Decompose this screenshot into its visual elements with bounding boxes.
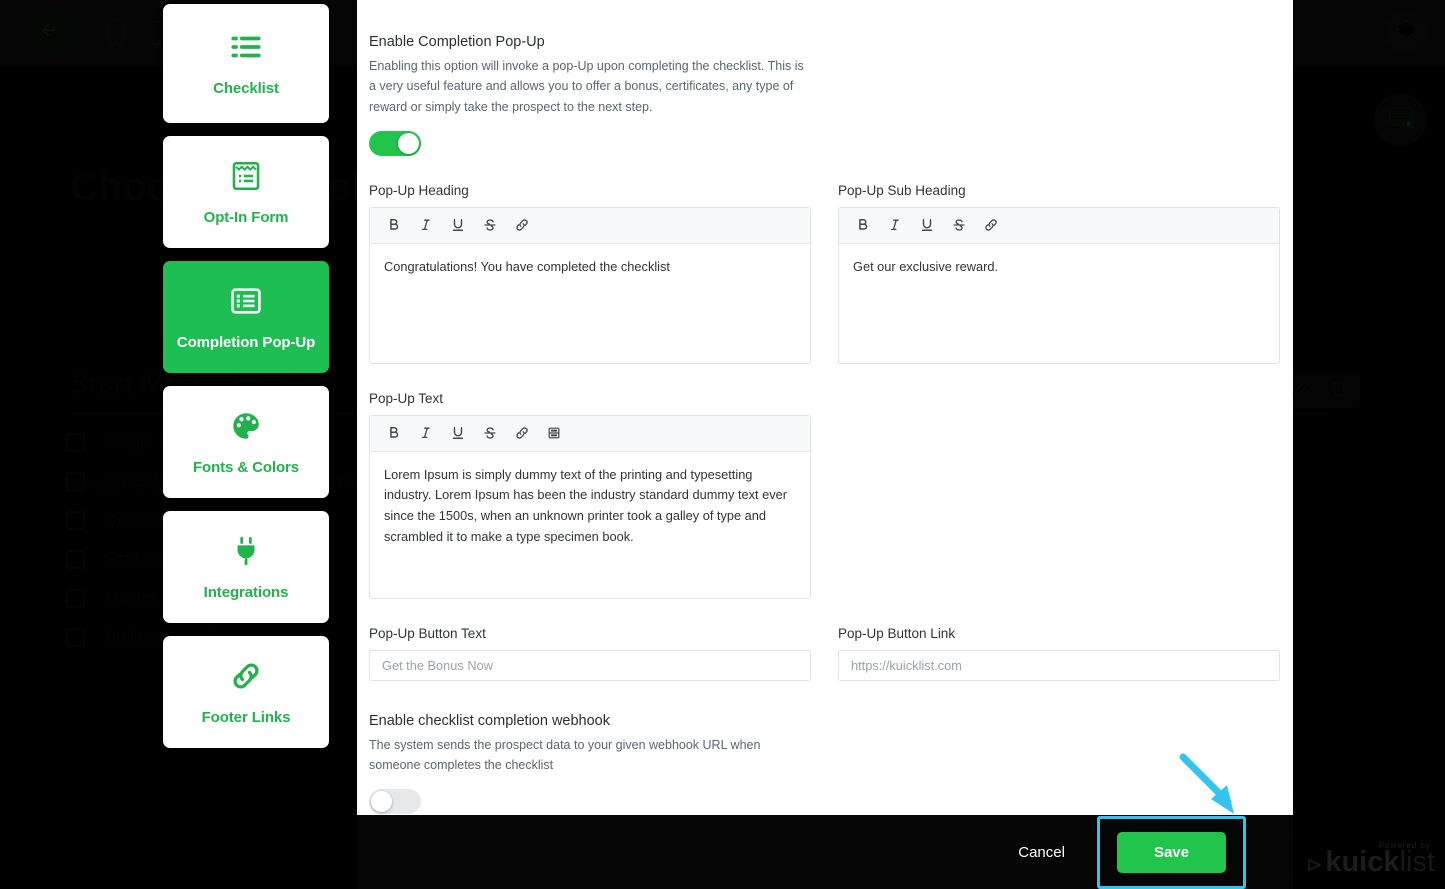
webhook-toggle[interactable] xyxy=(369,789,421,815)
image-icon[interactable] xyxy=(542,421,566,445)
save-button[interactable]: Save xyxy=(1116,831,1226,873)
modal-footer: Cancel Save xyxy=(357,815,1293,889)
cancel-button[interactable]: Cancel xyxy=(1002,834,1081,871)
sidebar-item-fonts-and-colors[interactable]: Fonts & Colors xyxy=(163,386,329,498)
sidebar-item-checklist[interactable]: Checklist xyxy=(163,4,329,123)
brand-name-bold: kuick xyxy=(1325,846,1400,878)
sidebar-item-label: Footer Links xyxy=(201,708,291,726)
sidebar-item-label: Opt-In Form xyxy=(203,208,289,226)
link-icon xyxy=(229,659,263,698)
bold-icon[interactable] xyxy=(851,213,875,237)
popup-sub-heading-field: Pop-Up Sub Heading Get our exclusive rew… xyxy=(838,183,1280,364)
strikethrough-icon[interactable] xyxy=(947,213,971,237)
sidebar-item-label: Completion Pop-Up xyxy=(176,333,316,351)
enable-popup-toggle[interactable] xyxy=(369,130,421,156)
enable-popup-title: Enable Completion Pop-Up xyxy=(369,34,545,50)
popup-sub-heading-label: Pop-Up Sub Heading xyxy=(838,182,966,198)
popup-text-label: Pop-Up Text xyxy=(369,390,444,406)
popup-sub-heading-editor[interactable]: Get our exclusive reward. xyxy=(838,206,1280,364)
sidebar-item-label: Checklist xyxy=(213,80,279,97)
app-root: Choose a template Start Marketing F... xyxy=(0,0,1445,889)
underline-icon[interactable] xyxy=(446,213,470,237)
popup-button-text-label: Pop-Up Button Text xyxy=(369,625,486,641)
checklist-icon xyxy=(229,30,263,69)
popup-heading-toolbar xyxy=(370,207,810,244)
link-icon[interactable] xyxy=(510,213,534,237)
completion-popup-icon xyxy=(229,284,263,323)
sidebar-item-opt-in-form[interactable]: Opt-In Form xyxy=(163,136,329,248)
sidebar-item-label: Integrations xyxy=(203,583,289,601)
popup-text-toolbar xyxy=(370,415,810,452)
enable-popup-description: Enabling this option will invoke a pop-U… xyxy=(369,59,804,114)
sidebar-item-label: Fonts & Colors xyxy=(192,458,300,476)
palette-icon xyxy=(229,409,263,448)
italic-icon[interactable] xyxy=(414,213,438,237)
webhook-description: The system sends the prospect data to yo… xyxy=(369,737,761,772)
link-icon[interactable] xyxy=(979,213,1003,237)
modal-body: Enable Completion Pop-Up Enabling this o… xyxy=(357,0,1293,815)
popup-heading-field: Pop-Up Heading Congratulations! You have… xyxy=(369,183,811,364)
toggle-knob xyxy=(398,132,419,154)
popup-sub-heading-value[interactable]: Get our exclusive reward. xyxy=(839,244,1279,363)
popup-sub-heading-toolbar xyxy=(839,207,1279,244)
strikethrough-icon[interactable] xyxy=(478,421,502,445)
popup-text-field: Pop-Up Text Lorem Ipsum is simply dummy … xyxy=(369,391,811,599)
italic-icon[interactable] xyxy=(414,421,438,445)
popup-button-link-label: Pop-Up Button Link xyxy=(838,625,956,641)
popup-button-text-input[interactable] xyxy=(369,649,811,681)
plug-icon xyxy=(229,534,263,573)
bold-icon[interactable] xyxy=(382,421,406,445)
settings-section-sidebar: Checklist Opt-In Form Completion Pop-Up … xyxy=(163,0,329,761)
popup-button-link-field: Pop-Up Button Link xyxy=(838,626,1280,681)
popup-text-value[interactable]: Lorem Ipsum is simply dummy text of the … xyxy=(370,452,810,598)
opt-in-form-icon xyxy=(229,159,263,198)
italic-icon[interactable] xyxy=(883,213,907,237)
kuicklist-watermark: Powered by kuicklist xyxy=(1307,841,1435,877)
popup-heading-label: Pop-Up Heading xyxy=(369,182,469,198)
sidebar-item-completion-pop-up[interactable]: Completion Pop-Up xyxy=(163,261,329,373)
sidebar-item-integrations[interactable]: Integrations xyxy=(163,511,329,623)
popup-heading-editor[interactable]: Congratulations! You have completed the … xyxy=(369,206,811,364)
brand-name-light: list xyxy=(1399,846,1435,878)
popup-text-editor[interactable]: Lorem Ipsum is simply dummy text of the … xyxy=(369,414,811,599)
underline-icon[interactable] xyxy=(446,421,470,445)
toggle-knob xyxy=(371,791,392,813)
webhook-section: Enable checklist completion webhook The … xyxy=(369,713,1246,815)
sidebar-item-footer-links[interactable]: Footer Links xyxy=(163,636,329,748)
strikethrough-icon[interactable] xyxy=(478,213,502,237)
webhook-title: Enable checklist completion webhook xyxy=(369,712,610,729)
popup-button-link-input[interactable] xyxy=(838,649,1280,681)
popup-button-text-field: Pop-Up Button Text xyxy=(369,626,811,681)
play-icon xyxy=(1307,848,1323,877)
link-icon[interactable] xyxy=(510,421,534,445)
save-button-highlight: Save xyxy=(1096,815,1246,889)
popup-heading-value[interactable]: Congratulations! You have completed the … xyxy=(370,244,810,363)
brand-logo: kuicklist xyxy=(1307,848,1435,877)
enable-popup-section: Enable Completion Pop-Up Enabling this o… xyxy=(369,34,1246,156)
bold-icon[interactable] xyxy=(382,213,406,237)
underline-icon[interactable] xyxy=(915,213,939,237)
completion-popup-settings-modal: Enable Completion Pop-Up Enabling this o… xyxy=(357,0,1293,889)
